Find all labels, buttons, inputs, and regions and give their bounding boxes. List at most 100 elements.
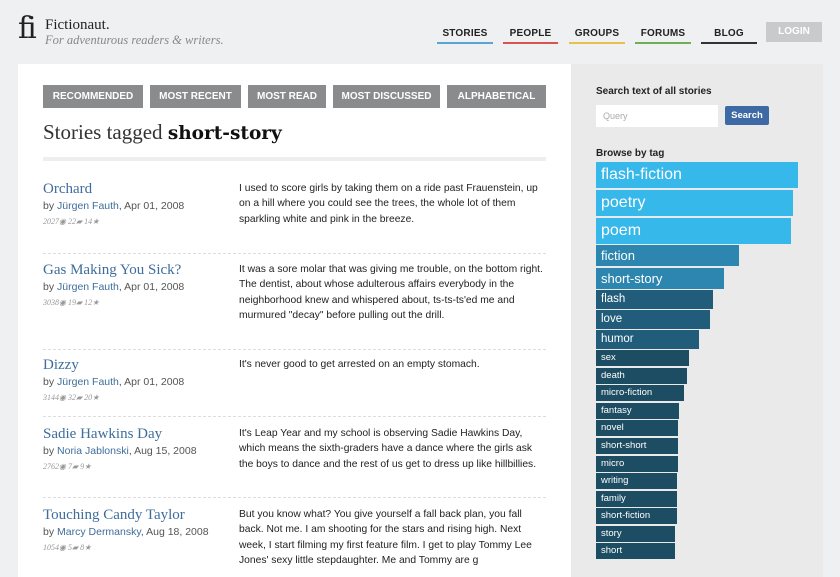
site-name[interactable]: Fictionaut. [45, 17, 110, 34]
favs-count: 12 [84, 298, 93, 307]
star-icon: ★ [84, 543, 92, 552]
tag-micro-fiction[interactable]: micro-fiction [596, 385, 684, 401]
logo-mark[interactable]: fi [18, 14, 37, 44]
comment-icon: ▰ [75, 217, 85, 226]
story-byline: by Jürgen Fauth, Apr 01, 2008 [43, 281, 184, 293]
story-stats: 3144◉ 32▰ 20★ [43, 393, 99, 402]
story-by: by [43, 526, 58, 538]
comment-icon: ▰ [71, 462, 81, 471]
login-button[interactable]: LOGIN [766, 22, 822, 42]
tag-fantasy[interactable]: fantasy [596, 403, 679, 419]
tag-sex[interactable]: sex [596, 350, 689, 366]
comment-icon: ▰ [75, 393, 85, 402]
comment-icon: ▰ [71, 543, 81, 552]
story-divider [43, 349, 546, 350]
story-title[interactable]: Dizzy [43, 357, 79, 374]
nav-stories[interactable]: STORIES [437, 28, 493, 44]
story-author-link[interactable]: Marcy Dermansky [57, 526, 141, 538]
tag-flash-fiction[interactable]: flash-fiction [596, 162, 798, 188]
tag-poem[interactable]: poem [596, 218, 791, 244]
story-title[interactable]: Gas Making You Sick? [43, 262, 181, 279]
tag-flash[interactable]: flash [596, 290, 713, 309]
nav-blog-label: BLOG [714, 28, 744, 39]
tags-heading: Browse by tag [596, 148, 665, 159]
story-author-link[interactable]: Jürgen Fauth [57, 376, 119, 388]
tab-alphabetical[interactable]: ALPHABETICAL [447, 85, 546, 108]
favs-count: 14 [84, 217, 93, 226]
story-date: , Aug 18, 2008 [140, 526, 209, 538]
story-author-link[interactable]: Jürgen Fauth [57, 281, 119, 293]
story-title[interactable]: Sadie Hawkins Day [43, 426, 162, 443]
tag-death[interactable]: death [596, 368, 687, 384]
tab-most-recent[interactable]: MOST RECENT [150, 85, 241, 108]
favs-count: 20 [84, 393, 93, 402]
story-stats: 1054◉ 5▰ 8★ [43, 543, 91, 552]
search-button[interactable]: Search [725, 106, 769, 125]
reads-count: 3038 [43, 298, 59, 307]
tag-love[interactable]: love [596, 310, 710, 329]
story-date: , Apr 01, 2008 [118, 376, 185, 388]
comments-count: 19 [67, 298, 76, 307]
site-header: fi Fictionaut. For adventurous readers &… [0, 0, 840, 64]
eye-icon: ◉ [59, 393, 68, 402]
story-excerpt: It's Leap Year and my school is observin… [239, 428, 537, 470]
eye-icon: ◉ [59, 298, 68, 307]
star-icon: ★ [84, 462, 92, 471]
story-byline: by Jürgen Fauth, Apr 01, 2008 [43, 376, 184, 388]
nav-groups-label: GROUPS [574, 28, 620, 39]
tag-short-short[interactable]: short-short [596, 438, 678, 454]
story-stats: 2762◉ 7▰ 9★ [43, 462, 91, 471]
search-input[interactable] [596, 105, 718, 127]
story-stats: 3038◉ 19▰ 12★ [43, 298, 99, 307]
nav-people-label: PEOPLE [509, 28, 552, 39]
story-title[interactable]: Touching Candy Taylor [43, 507, 185, 524]
story-by: by [43, 376, 58, 388]
nav-forums-label: FORUMS [640, 28, 686, 39]
story-date: , Apr 01, 2008 [118, 281, 185, 293]
tab-most-discussed[interactable]: MOST DISCUSSED [333, 85, 440, 108]
site-tagline: For adventurous readers & writers. [45, 33, 224, 47]
tag-fiction[interactable]: fiction [596, 245, 739, 266]
main-content: RECOMMENDED MOST RECENT MOST READ MOST D… [18, 64, 571, 577]
tag-writing[interactable]: writing [596, 473, 677, 489]
nav-people-underline [503, 42, 558, 44]
tag-family[interactable]: family [596, 491, 677, 507]
tab-most-read[interactable]: MOST READ [248, 85, 326, 108]
reads-count: 3144 [43, 393, 59, 402]
nav-stories-underline [437, 42, 493, 44]
story-author-link[interactable]: Noria Jablonski [57, 445, 129, 457]
nav-forums[interactable]: FORUMS [635, 28, 691, 44]
nav-groups[interactable]: GROUPS [569, 28, 625, 44]
story-byline: by Noria Jablonski, Aug 15, 2008 [43, 445, 197, 457]
nav-forums-underline [635, 42, 691, 44]
tag-novel[interactable]: novel [596, 420, 678, 436]
tag-humor[interactable]: humor [596, 330, 699, 349]
page-title-prefix: Stories tagged [43, 120, 168, 144]
title-divider [43, 157, 546, 161]
nav-blog[interactable]: BLOG [701, 28, 757, 44]
tab-recommended[interactable]: RECOMMENDED [43, 85, 143, 108]
nav-stories-label: STORIES [442, 28, 488, 39]
tag-short-fiction[interactable]: short-fiction [596, 508, 677, 524]
star-icon: ★ [92, 298, 100, 307]
story-divider [43, 416, 546, 417]
nav-blog-underline [701, 42, 757, 44]
tag-short-story[interactable]: short-story [596, 268, 724, 289]
nav-people[interactable]: PEOPLE [503, 28, 558, 44]
page-title-tag: short-story [167, 123, 282, 144]
story-title[interactable]: Orchard [43, 181, 92, 198]
tag-poetry[interactable]: poetry [596, 190, 793, 216]
story-byline: by Marcy Dermansky, Aug 18, 2008 [43, 526, 209, 538]
comments-count: 32 [67, 393, 76, 402]
star-icon: ★ [92, 217, 100, 226]
tag-story[interactable]: story [596, 526, 675, 542]
story-author-link[interactable]: Jürgen Fauth [57, 200, 119, 212]
comments-count: 22 [67, 217, 76, 226]
search-heading: Search text of all stories [596, 86, 712, 97]
reads-count: 2762 [43, 462, 59, 471]
eye-icon: ◉ [59, 543, 68, 552]
tag-micro[interactable]: micro [596, 456, 678, 472]
tag-short[interactable]: short [596, 543, 675, 559]
sidebar: Search text of all stories Search Browse… [571, 64, 823, 577]
reads-count: 2027 [43, 217, 59, 226]
